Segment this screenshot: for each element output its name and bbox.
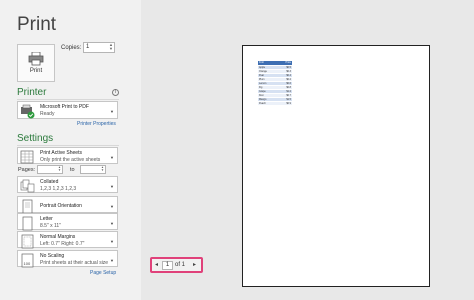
next-page-button[interactable]: ▸ bbox=[193, 261, 196, 268]
margins-subtitle: Left: 0.7" Right: 0.7" bbox=[40, 241, 85, 247]
copies-value: 1 bbox=[86, 44, 90, 50]
copies-label: Copies: bbox=[61, 45, 82, 51]
margins-select[interactable]: Normal Margins Left: 0.7" Right: 0.7" ▼ bbox=[17, 231, 118, 249]
collation-select[interactable]: Collated 1,2,3 1,2,3 1,2,3 ▼ bbox=[17, 176, 118, 193]
printer-icon bbox=[28, 52, 44, 66]
scaling-title: No Scaling bbox=[40, 253, 65, 259]
sheets-icon bbox=[20, 150, 34, 164]
svg-text:100: 100 bbox=[24, 261, 31, 266]
preview-table-row: Peach $0.9 bbox=[258, 101, 292, 106]
page-navigation: ◂ 1 of 1 ▸ bbox=[150, 257, 203, 273]
page-count-label: of 1 bbox=[175, 262, 186, 268]
collate-icon bbox=[20, 179, 35, 193]
printer-heading: Printer bbox=[17, 87, 47, 98]
divider bbox=[17, 99, 119, 100]
preview-cell-value: $0.9 bbox=[277, 101, 292, 106]
printer-select[interactable]: Microsoft Print to PDF Ready ▼ bbox=[17, 101, 118, 119]
chevron-down-icon: ▼ bbox=[110, 155, 114, 160]
chevron-down-icon: ▼ bbox=[110, 204, 114, 209]
scaling-select[interactable]: 100 No Scaling Print sheets at their act… bbox=[17, 250, 118, 268]
collation-title: Collated bbox=[40, 179, 59, 185]
printer-properties-link[interactable]: Printer Properties bbox=[77, 121, 116, 127]
pages-label: Pages: bbox=[18, 167, 36, 173]
scaling-subtitle: Print sheets at their actual size bbox=[40, 260, 109, 266]
print-what-subtitle: Only print the active sheets bbox=[40, 157, 101, 163]
paper-size-select[interactable]: Letter 8.5" x 11" ▼ bbox=[17, 213, 118, 231]
print-button[interactable]: Print bbox=[17, 44, 55, 82]
preview-table: Fruit Price Apple $0.5 Orange $0.3 Pear $0.4 Plu… bbox=[258, 61, 292, 106]
margins-icon bbox=[21, 234, 34, 249]
previous-page-button[interactable]: ◂ bbox=[155, 261, 158, 268]
preview-cell-name: Peach bbox=[258, 101, 278, 106]
page-number-input[interactable]: 1 bbox=[162, 261, 173, 270]
scaling-icon: 100 bbox=[21, 253, 34, 268]
printer-ready-icon bbox=[21, 104, 35, 119]
orientation-title: Portrait Orientation bbox=[40, 203, 82, 209]
pages-to-label: to bbox=[70, 167, 75, 173]
collation-subtitle: 1,2,3 1,2,3 1,2,3 bbox=[40, 186, 77, 192]
chevron-down-icon: ▼ bbox=[110, 239, 114, 244]
paper-size-subtitle: 8.5" x 11" bbox=[40, 223, 61, 229]
page-title: Print bbox=[17, 14, 57, 35]
chevron-down-icon: ▼ bbox=[110, 258, 114, 263]
paper-size-title: Letter bbox=[40, 216, 53, 222]
copies-input[interactable]: 1 ▲ ▼ bbox=[83, 42, 115, 53]
paper-icon bbox=[22, 216, 33, 231]
page-setup-link[interactable]: Page Setup bbox=[90, 270, 116, 276]
copies-spinner[interactable]: ▲ ▼ bbox=[109, 43, 113, 51]
pages-to-spinner[interactable]: ▲ ▼ bbox=[101, 166, 104, 172]
pages-from-input[interactable]: ▲ ▼ bbox=[37, 165, 63, 174]
info-icon[interactable]: i bbox=[112, 89, 119, 96]
printer-name: Microsoft Print to PDF bbox=[40, 104, 89, 110]
chevron-down-icon: ▼ bbox=[110, 184, 114, 189]
orientation-select[interactable]: Portrait Orientation ▼ bbox=[17, 196, 118, 214]
chevron-down-icon: ▼ bbox=[110, 109, 114, 114]
print-button-label: Print bbox=[29, 68, 43, 74]
print-what-select[interactable]: Print Active Sheets Only print the activ… bbox=[17, 147, 118, 164]
chevron-down-icon: ▼ bbox=[110, 221, 114, 226]
portrait-icon bbox=[22, 199, 33, 214]
pages-from-spinner[interactable]: ▲ ▼ bbox=[58, 166, 61, 172]
settings-heading: Settings bbox=[17, 133, 54, 144]
margins-title: Normal Margins bbox=[40, 234, 76, 240]
divider bbox=[17, 145, 119, 146]
pages-to-input[interactable]: ▲ ▼ bbox=[80, 165, 106, 174]
print-what-title: Print Active Sheets bbox=[40, 150, 82, 156]
printer-status: Ready bbox=[40, 111, 55, 117]
